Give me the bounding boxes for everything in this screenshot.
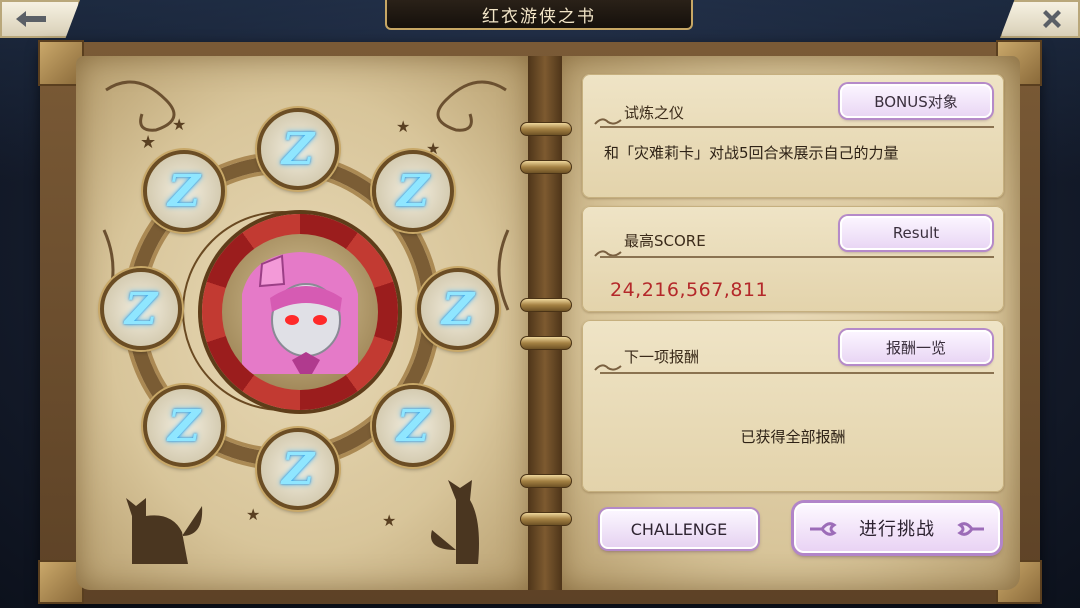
bonus-target-button[interactable]: BONUS对象 bbox=[840, 84, 992, 118]
divider bbox=[600, 372, 994, 374]
challenge-button[interactable]: CHALLENGE bbox=[600, 509, 758, 549]
back-arrow-icon bbox=[14, 9, 48, 29]
binder-ring bbox=[520, 512, 572, 526]
trial-description: 和「灾难莉卡」对战5回合来展示自己的力量 bbox=[604, 144, 899, 162]
cat-silhouette-icon bbox=[126, 498, 203, 564]
trial-panel: 试炼之仪 BONUS对象 和「灾难莉卡」对战5回合来展示自己的力量 bbox=[582, 74, 1004, 198]
portrait-frame bbox=[202, 214, 398, 410]
binder-ring bbox=[520, 298, 572, 312]
binder-ring bbox=[520, 336, 572, 350]
emblem-badge[interactable]: Z bbox=[143, 385, 225, 467]
character-portrait bbox=[222, 234, 378, 390]
reward-label: 下一项报酬 bbox=[624, 348, 700, 366]
close-icon bbox=[1040, 7, 1064, 31]
svg-text:★: ★ bbox=[172, 115, 186, 134]
page-title: 红衣游侠之书 bbox=[385, 0, 693, 30]
svg-text:★: ★ bbox=[396, 117, 410, 136]
high-score-value: 24,216,567,811 bbox=[610, 279, 769, 301]
reward-panel: 下一项报酬 报酬一览 已获得全部报酬 bbox=[582, 320, 1004, 492]
score-label: 最高SCORE bbox=[624, 232, 706, 250]
divider bbox=[600, 126, 994, 128]
fleur-ornament-icon bbox=[957, 522, 984, 536]
result-button[interactable]: Result bbox=[840, 216, 992, 250]
emblem-badge[interactable]: Z bbox=[372, 385, 454, 467]
fleur-ornament-icon bbox=[810, 522, 837, 536]
svg-text:★: ★ bbox=[140, 132, 156, 153]
divider bbox=[600, 256, 994, 258]
start-challenge-button[interactable]: 进行挑战 bbox=[794, 503, 1000, 553]
svg-text:★: ★ bbox=[246, 505, 260, 524]
emblem-badge[interactable]: Z bbox=[100, 268, 182, 350]
reward-status: 已获得全部报酬 bbox=[740, 428, 846, 446]
emblem-badge[interactable]: Z bbox=[143, 150, 225, 232]
reward-list-button[interactable]: 报酬一览 bbox=[840, 330, 992, 364]
book-spine bbox=[528, 56, 562, 590]
binder-ring bbox=[520, 122, 572, 136]
emblem-badge[interactable]: Z bbox=[417, 268, 499, 350]
emblem-badge[interactable]: Z bbox=[372, 150, 454, 232]
binder-ring bbox=[520, 160, 572, 174]
swirl-ornament-icon bbox=[594, 118, 622, 125]
cat-silhouette-icon bbox=[431, 480, 479, 564]
svg-text:★: ★ bbox=[382, 511, 396, 530]
score-panel: 最高SCORE Result 24,216,567,811 bbox=[582, 206, 1004, 312]
start-challenge-label: 进行挑战 bbox=[859, 519, 935, 540]
emblem-badge[interactable]: Z bbox=[257, 428, 339, 510]
binder-ring bbox=[520, 474, 572, 488]
emblem-badge[interactable]: Z bbox=[257, 108, 339, 190]
trial-label: 试炼之仪 bbox=[624, 104, 685, 122]
swirl-ornament-icon bbox=[594, 364, 622, 371]
